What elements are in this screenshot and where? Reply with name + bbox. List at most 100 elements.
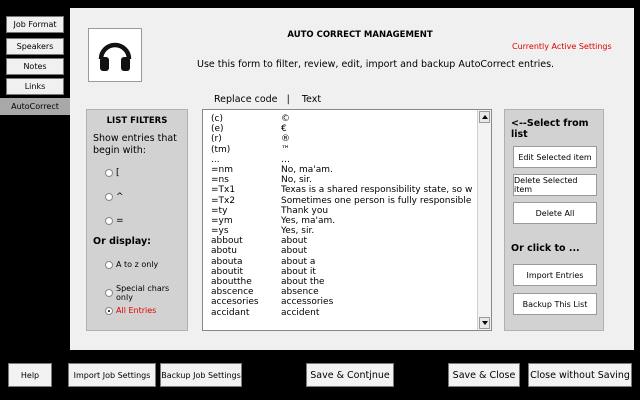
radio-button[interactable] bbox=[105, 289, 113, 297]
replace-text: No, ma'am. bbox=[281, 164, 333, 175]
or-click-heading: Or click to ... bbox=[511, 243, 580, 254]
tab-job-format[interactable]: Job Format bbox=[6, 16, 64, 33]
filter-begin-bracket[interactable]: [ bbox=[105, 168, 120, 178]
replace-text: Yes, sir. bbox=[281, 226, 315, 237]
replace-code: aboutit bbox=[211, 266, 243, 277]
filter-special-chars[interactable]: Special chars only bbox=[105, 284, 187, 302]
arrow-up-icon bbox=[481, 115, 488, 119]
list-item[interactable]: =nm No, ma'am. bbox=[211, 165, 473, 175]
replace-text: about bbox=[281, 246, 307, 257]
filters-heading: LIST FILTERS bbox=[106, 116, 168, 126]
delete-all-button[interactable]: Delete All bbox=[513, 202, 597, 224]
replace-text: about a bbox=[281, 256, 316, 267]
replace-text: about the bbox=[281, 277, 325, 287]
autocorrect-window: Job Format Speakers Notes Links AutoCorr… bbox=[0, 0, 640, 400]
import-entries-button[interactable]: Import Entries bbox=[513, 264, 597, 286]
replace-code: =ty bbox=[211, 205, 228, 216]
radio-label: [ bbox=[116, 168, 120, 178]
radio-label: = bbox=[116, 216, 124, 226]
list-item[interactable]: abouta about a bbox=[211, 257, 473, 267]
backup-job-settings-button[interactable]: Backup Job Settings bbox=[160, 363, 242, 387]
list-item[interactable]: accesories accessories bbox=[211, 297, 473, 307]
filter-begin-caret[interactable]: ^ bbox=[105, 192, 124, 202]
tab-speakers[interactable]: Speakers bbox=[6, 38, 64, 55]
replace-code: accidant bbox=[211, 307, 250, 318]
scroll-down-button[interactable] bbox=[479, 317, 490, 329]
side-nav: Job Format Speakers Notes Links AutoCorr… bbox=[0, 0, 70, 340]
replace-text: ® bbox=[281, 134, 290, 145]
radio-button[interactable] bbox=[105, 193, 113, 201]
tab-notes[interactable]: Notes bbox=[6, 58, 64, 75]
list-filters-panel: LIST FILTERS Show entries that begin wit… bbox=[86, 109, 188, 331]
replace-code: (tm) bbox=[211, 144, 231, 155]
list-item[interactable]: =ns No, sir. bbox=[211, 175, 473, 185]
list-item[interactable]: abbout about bbox=[211, 236, 473, 246]
radio-button[interactable] bbox=[105, 217, 113, 225]
list-item[interactable]: abscence absence bbox=[211, 287, 473, 297]
replace-text: € bbox=[281, 124, 287, 135]
replace-text: Thank you bbox=[281, 205, 329, 216]
radio-button-checked[interactable] bbox=[105, 306, 113, 315]
list-item[interactable]: =ys Yes, sir. bbox=[211, 226, 473, 236]
replace-text: No, sir. bbox=[281, 175, 312, 186]
list-item[interactable]: ...… bbox=[211, 155, 473, 165]
save-continue-button[interactable]: Save & Contjnue bbox=[306, 363, 394, 387]
help-button[interactable]: Help bbox=[8, 363, 52, 387]
replace-code: abscence bbox=[211, 287, 254, 298]
radio-label: Special chars only bbox=[116, 284, 170, 302]
replace-code: accesories bbox=[211, 297, 259, 308]
list-item[interactable]: aboutit about it bbox=[211, 267, 473, 277]
autocorrect-list[interactable]: (c) © (e) € (r) ® (tm) ™... … =nm No, ma'am. =ns No,… bbox=[202, 109, 492, 331]
list-item[interactable]: (e) € bbox=[211, 124, 473, 134]
active-settings-label: Currently Active Settings bbox=[512, 42, 612, 51]
tab-links[interactable]: Links bbox=[6, 78, 64, 95]
replace-code: (e) bbox=[211, 124, 224, 135]
replace-code: aboutthe bbox=[211, 277, 252, 287]
list-item[interactable]: =ty Thank you bbox=[211, 206, 473, 216]
radio-label: All Entries bbox=[116, 306, 157, 315]
filter-begin-equals[interactable]: = bbox=[105, 216, 124, 226]
list-item[interactable]: =Tx2 Sometimes one person is fully respon… bbox=[211, 196, 473, 206]
replace-code: =Tx2 bbox=[211, 195, 236, 206]
edit-selected-button[interactable]: Edit Selected item bbox=[513, 146, 597, 168]
page-description: Use this form to filter, review, edit, i… bbox=[197, 59, 555, 70]
select-from-list-heading: <--Select from list bbox=[511, 118, 589, 140]
replace-text: about it bbox=[281, 266, 316, 277]
tab-autocorrect[interactable]: AutoCorrect bbox=[0, 98, 70, 115]
list-scrollbar[interactable] bbox=[477, 110, 491, 330]
replace-code: =ys bbox=[211, 226, 229, 237]
filter-a-to-z[interactable]: A to z only bbox=[105, 260, 158, 269]
replace-text: Texas is a shared responsibility state, … bbox=[281, 185, 473, 196]
backup-list-button[interactable]: Backup This List bbox=[513, 293, 597, 315]
replace-text: absence bbox=[281, 287, 319, 298]
import-job-settings-button[interactable]: Import Job Settings bbox=[68, 363, 156, 387]
list-item[interactable]: (c) © bbox=[211, 114, 473, 124]
list-item[interactable]: aboutthe about the bbox=[211, 277, 473, 287]
list-item[interactable]: (tm) ™ bbox=[211, 145, 473, 155]
list-item[interactable]: abotu about bbox=[211, 246, 473, 256]
close-without-saving-button[interactable]: Close without Saving bbox=[528, 363, 632, 387]
replace-text: … bbox=[281, 154, 290, 165]
filter-all-entries[interactable]: All Entries bbox=[105, 306, 156, 315]
replace-code: =ns bbox=[211, 175, 229, 186]
replace-code: (c) bbox=[211, 114, 223, 124]
replace-code: abotu bbox=[211, 246, 237, 257]
list-item[interactable]: =Tx1 Texas is a shared responsibility sta… bbox=[211, 185, 473, 195]
radio-button[interactable] bbox=[105, 169, 113, 177]
replace-text: © bbox=[281, 114, 290, 124]
replace-code: =Tx1 bbox=[211, 185, 236, 196]
list-item[interactable]: =ym Yes, ma'am. bbox=[211, 216, 473, 226]
radio-label: ^ bbox=[116, 192, 124, 202]
delete-selected-button[interactable]: Delete Selected item bbox=[513, 174, 597, 196]
replace-text: Yes, ma'am. bbox=[281, 215, 336, 226]
list-item[interactable]: accidant accident bbox=[211, 308, 473, 318]
replace-text: accident bbox=[281, 307, 320, 318]
save-close-button[interactable]: Save & Close bbox=[448, 363, 520, 387]
replace-text: Sometimes one person is fully responsibl… bbox=[281, 195, 473, 206]
scroll-up-button[interactable] bbox=[479, 111, 490, 123]
page-title: AUTO CORRECT MANAGEMENT bbox=[287, 30, 433, 40]
main-panel: AUTO CORRECT MANAGEMENT Currently Active… bbox=[70, 8, 634, 350]
list-item[interactable]: (r) ® bbox=[211, 134, 473, 144]
radio-button[interactable] bbox=[105, 260, 113, 269]
replace-code: abouta bbox=[211, 256, 243, 267]
